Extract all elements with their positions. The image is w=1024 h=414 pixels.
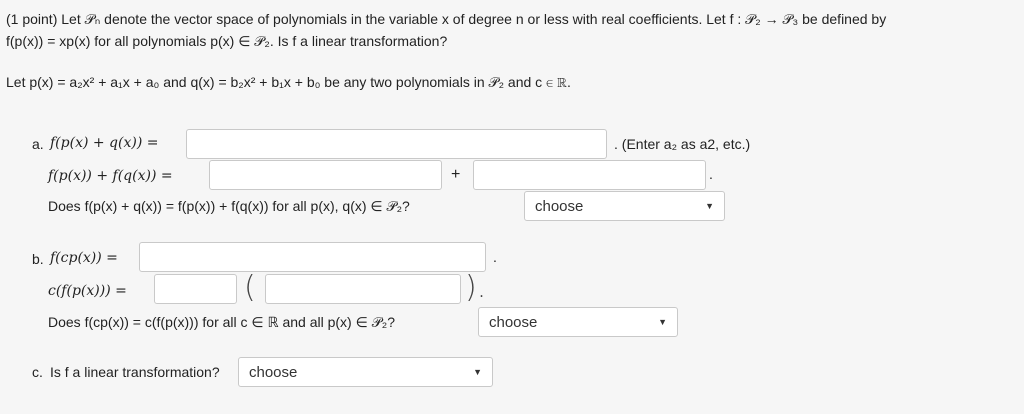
open-paren: ( <box>244 270 256 305</box>
part-a-fp-plus-fq-lhs: f(p(x)) + f(q(x)) = <box>48 168 173 184</box>
part-a-question: Does f(p(x) + q(x)) = f(p(x)) + f(q(x)) … <box>48 198 410 214</box>
chevron-down-icon: ▼ <box>658 317 667 327</box>
part-b-question: Does f(cp(x)) = c(f(p(x))) for all c ∈ ℝ… <box>48 314 396 330</box>
part-b-row1-period: . <box>493 249 497 265</box>
f-of-q-input[interactable] <box>473 160 706 190</box>
additivity-select-value: choose <box>535 197 584 215</box>
part-b-label: b. <box>32 251 44 267</box>
part-c-label: c. <box>32 364 43 380</box>
plus-sign: + <box>451 166 461 183</box>
homogeneity-select-value: choose <box>489 313 538 331</box>
part-a-sum-lhs: f(p(x) + q(x)) = <box>50 135 159 151</box>
c-coefficient-input[interactable] <box>154 274 237 304</box>
close-paren: ). <box>465 270 487 305</box>
problem-statement-line1: (1 point) Let 𝒫ₙ denote the vector space… <box>6 11 887 27</box>
enter-hint: . (Enter a₂ as a2, etc.) <box>614 136 751 152</box>
additivity-select[interactable]: choose ▼ <box>524 191 725 221</box>
problem-statement-line2: f(p(x)) = xp(x) for all polynomials p(x)… <box>6 33 448 49</box>
chevron-down-icon: ▼ <box>705 201 714 211</box>
part-c-question: Is f a linear transformation? <box>50 364 220 380</box>
f-of-sum-input[interactable] <box>186 129 607 159</box>
part-b-scalar-lhs: f(cp(x)) = <box>50 250 118 266</box>
part-a-row2-period: . <box>709 166 713 182</box>
f-of-p-scaled-input[interactable] <box>265 274 461 304</box>
problem-statement-line3: Let p(x) = a₂x² + a₁x + a₀ and q(x) = b₂… <box>6 74 571 90</box>
linear-transformation-select[interactable]: choose ▼ <box>238 357 493 387</box>
homogeneity-select[interactable]: choose ▼ <box>478 307 678 337</box>
part-a-label: a. <box>32 136 44 152</box>
part-b-c-f-lhs: c(f(p(x))) = <box>48 283 127 299</box>
linear-transformation-select-value: choose <box>249 363 298 381</box>
chevron-down-icon: ▼ <box>473 367 482 377</box>
f-of-p-input[interactable] <box>209 160 442 190</box>
f-of-cp-input[interactable] <box>139 242 486 272</box>
